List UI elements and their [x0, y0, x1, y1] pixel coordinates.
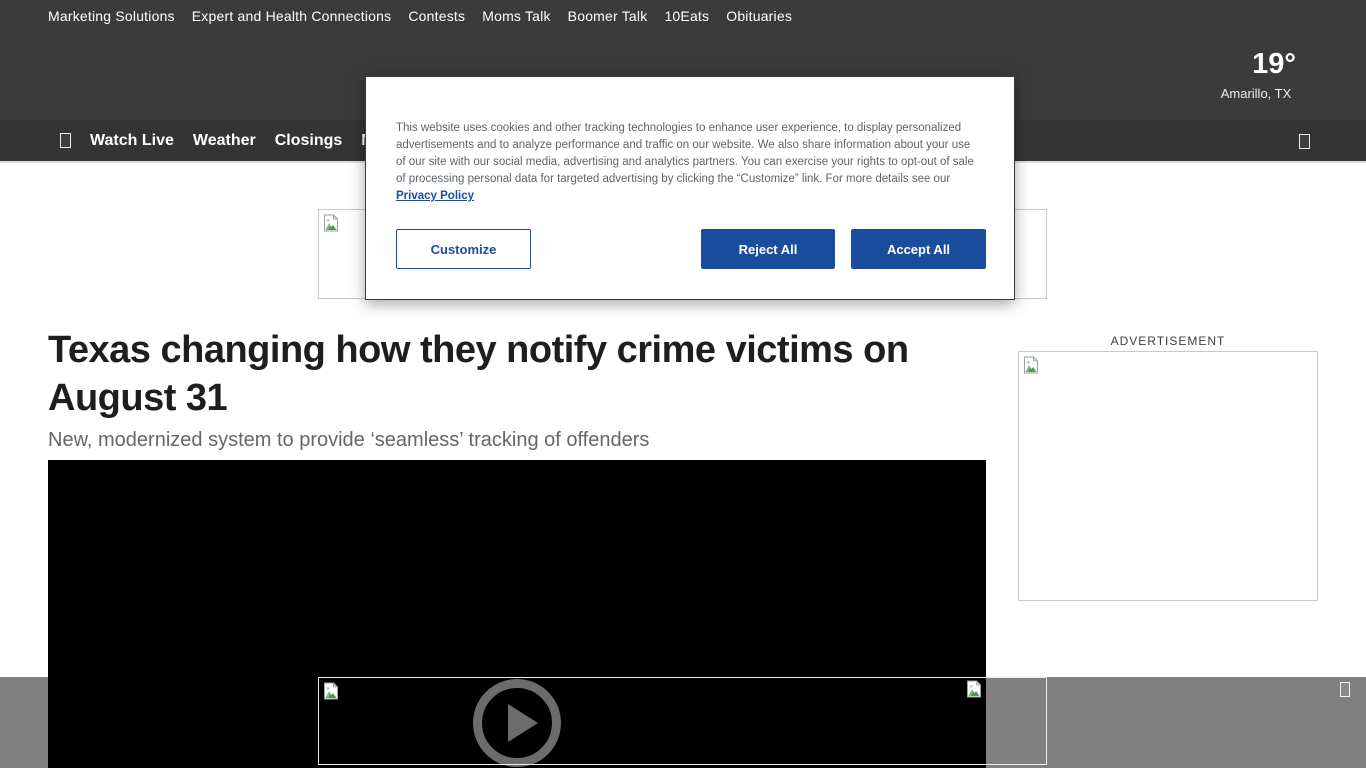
- menu-item-contests[interactable]: Contests: [408, 8, 465, 24]
- close-icon[interactable]: [1340, 682, 1350, 697]
- cookie-message-text: This website uses cookies and other trac…: [396, 122, 974, 185]
- weather-location: Amarillo, TX: [1186, 86, 1326, 101]
- advertisement-label: ADVERTISEMENT: [1018, 334, 1318, 348]
- nav-item-closings[interactable]: Closings: [275, 132, 343, 150]
- home-icon[interactable]: [60, 133, 71, 148]
- broken-image-icon: [1023, 356, 1040, 374]
- nav-item-weather[interactable]: Weather: [193, 132, 256, 150]
- reject-all-button[interactable]: Reject All: [701, 229, 835, 269]
- article-subheadline: New, modernized system to provide ‘seaml…: [48, 429, 988, 452]
- menu-item-marketing-solutions[interactable]: Marketing Solutions: [48, 8, 175, 24]
- menu-item-10eats[interactable]: 10Eats: [664, 8, 709, 24]
- utility-menu: Marketing Solutions Expert and Health Co…: [48, 0, 792, 32]
- page: Marketing Solutions Expert and Health Co…: [0, 0, 1366, 768]
- search-icon[interactable]: [1299, 134, 1310, 149]
- cookie-message: This website uses cookies and other trac…: [396, 120, 982, 205]
- bottom-ad-slot[interactable]: [318, 677, 1047, 765]
- broken-image-icon: [323, 682, 340, 700]
- broken-image-icon: [323, 214, 340, 232]
- customize-button[interactable]: Customize: [396, 229, 531, 269]
- menu-item-moms-talk[interactable]: Moms Talk: [482, 8, 550, 24]
- menu-item-obituaries[interactable]: Obituaries: [726, 8, 792, 24]
- nav-item-watch-live[interactable]: Watch Live: [90, 132, 174, 150]
- menu-item-expert-health[interactable]: Expert and Health Connections: [192, 8, 392, 24]
- article-headline: Texas changing how they notify crime vic…: [48, 326, 988, 422]
- sidebar-ad-slot[interactable]: [1018, 351, 1318, 601]
- weather-temperature: 19°: [1186, 48, 1326, 80]
- menu-item-boomer-talk[interactable]: Boomer Talk: [568, 8, 648, 24]
- privacy-policy-link[interactable]: Privacy Policy: [396, 190, 474, 202]
- cookie-consent-dialog: This website uses cookies and other trac…: [365, 76, 1015, 300]
- accept-all-button[interactable]: Accept All: [851, 229, 986, 269]
- broken-image-icon: [966, 680, 983, 698]
- weather-widget[interactable]: 19° Amarillo, TX: [1186, 48, 1326, 101]
